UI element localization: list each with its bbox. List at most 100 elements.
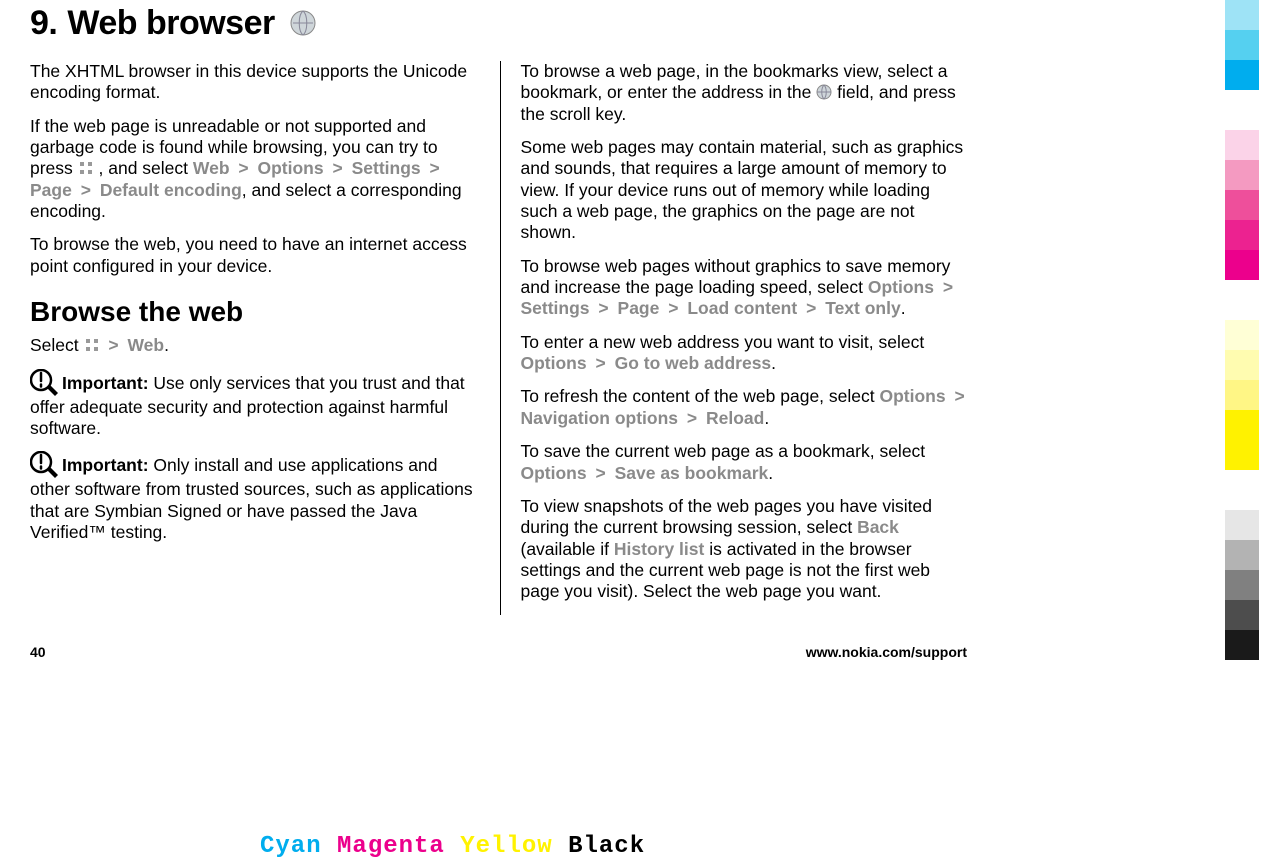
body-text: . (901, 298, 906, 318)
left-column: The XHTML browser in this device support… (30, 61, 501, 615)
menu-path-item: Page (618, 298, 660, 318)
cmyk-magenta: Magenta (337, 833, 445, 860)
menu-path-item: Default encoding (100, 180, 242, 200)
chapter-title-text: Web browser (67, 4, 274, 42)
menu-path-item: Options (868, 277, 934, 297)
color-swatch (1225, 350, 1259, 380)
menu-separator: > (683, 408, 701, 428)
menu-separator: > (104, 335, 127, 355)
paragraph: Some web pages may contain material, suc… (521, 137, 971, 244)
menu-path-item: Text only (825, 298, 901, 318)
support-url: www.nokia.com/support (806, 644, 967, 660)
globe-small-icon (816, 84, 832, 100)
body-text: , and select a corresponding encoding. (30, 180, 462, 221)
body-text: To save the current web page as a bookma… (521, 441, 926, 461)
color-swatch (1225, 30, 1259, 60)
paragraph: To browse the web, you need to have an i… (30, 234, 480, 277)
menu-path-item: History list (614, 539, 704, 559)
menu-path-item: Go to web address (615, 353, 772, 373)
body-text: To refresh the content of the web page, … (521, 386, 880, 406)
chapter-number: 9. (30, 4, 57, 42)
color-swatch (1225, 160, 1259, 190)
menu-path-item: Load content (687, 298, 797, 318)
cmyk-yellow: Yellow (460, 833, 552, 860)
menu-separator: > (591, 353, 609, 373)
globe-icon (290, 6, 316, 32)
body-text: . (768, 463, 773, 483)
paragraph: To save the current web page as a bookma… (521, 441, 971, 484)
menu-path-item: Settings (521, 298, 590, 318)
menu-key-icon (84, 337, 100, 353)
page-number: 40 (30, 644, 46, 660)
menu-separator: > (591, 463, 609, 483)
body-text: . (764, 408, 769, 428)
menu-separator: > (802, 298, 820, 318)
menu-path-item: Web (127, 335, 164, 355)
important-icon (30, 451, 60, 479)
menu-path-item: Options (879, 386, 945, 406)
chapter-title: 9. Web browser (30, 0, 970, 43)
color-swatch (1225, 0, 1259, 30)
important-label: Important: (62, 373, 149, 393)
color-swatch (1225, 190, 1259, 220)
color-swatch (1225, 320, 1259, 350)
menu-separator: > (664, 298, 682, 318)
body-text: . (771, 353, 776, 373)
cmyk-cyan: Cyan (260, 833, 322, 860)
body-text: The XHTML browser in this device support… (30, 61, 467, 102)
menu-separator: > (77, 180, 95, 200)
menu-path-item: Save as bookmark (615, 463, 769, 483)
menu-path-item: Back (857, 517, 899, 537)
paragraph: To browse web pages without graphics to … (521, 256, 971, 320)
menu-path-item: Page (30, 180, 72, 200)
menu-path-item: Navigation options (521, 408, 679, 428)
color-swatch (1225, 510, 1259, 540)
color-swatch (1225, 410, 1259, 440)
important-icon (30, 369, 60, 397)
printer-color-bars (1225, 0, 1259, 660)
menu-path-item: Reload (706, 408, 764, 428)
color-swatch (1225, 130, 1259, 160)
body-text: . (164, 335, 169, 355)
color-swatch (1225, 630, 1259, 660)
body-text: , and select (94, 158, 193, 178)
menu-path-item: Options (521, 353, 587, 373)
color-swatch (1225, 600, 1259, 630)
body-text: To enter a new web address you want to v… (521, 332, 925, 352)
paragraph: To view snapshots of the web pages you h… (521, 496, 971, 603)
paragraph: To enter a new web address you want to v… (521, 332, 971, 375)
color-swatch (1225, 380, 1259, 410)
cmyk-label: Cyan Magenta Yellow Black (260, 833, 645, 860)
important-label: Important: (62, 455, 149, 475)
color-swatch (1225, 440, 1259, 470)
menu-path-item: Options (258, 158, 324, 178)
menu-separator: > (594, 298, 612, 318)
important-note: Important: Only install and use applicat… (30, 451, 480, 543)
paragraph: If the web page is unreadable or not sup… (30, 116, 480, 223)
menu-separator: > (950, 386, 968, 406)
section-heading: Browse the web (30, 295, 480, 329)
paragraph: To refresh the content of the web page, … (521, 386, 971, 429)
body-text: Select (30, 335, 84, 355)
paragraph: The XHTML browser in this device support… (30, 61, 480, 104)
menu-separator: > (234, 158, 252, 178)
menu-key-icon (78, 160, 94, 176)
color-swatch (1225, 60, 1259, 90)
menu-separator: > (939, 277, 957, 297)
right-column: To browse a web page, in the bookmarks v… (521, 61, 971, 615)
color-swatch (1225, 570, 1259, 600)
menu-path-item: Web (193, 158, 230, 178)
cmyk-black: Black (568, 833, 645, 860)
menu-path-item: Options (521, 463, 587, 483)
paragraph: Select > Web. (30, 335, 480, 356)
paragraph: To browse a web page, in the bookmarks v… (521, 61, 971, 125)
body-text: Some web pages may contain material, suc… (521, 137, 964, 242)
color-swatch (1225, 220, 1259, 250)
body-text: (available if (521, 539, 614, 559)
important-note: Important: Use only services that you tr… (30, 369, 480, 440)
menu-separator: > (426, 158, 444, 178)
menu-path-item: Settings (352, 158, 421, 178)
menu-separator: > (328, 158, 346, 178)
color-swatch (1225, 250, 1259, 280)
body-text: To browse the web, you need to have an i… (30, 234, 467, 275)
